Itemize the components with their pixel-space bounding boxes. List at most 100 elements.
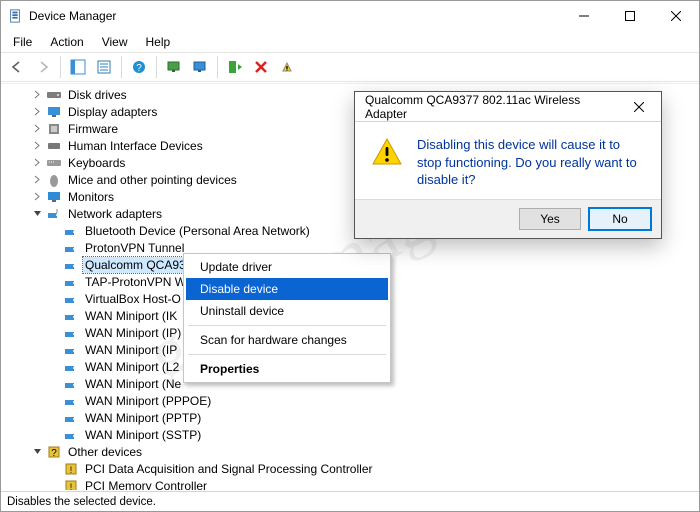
window-title: Device Manager — [29, 9, 561, 23]
menu-bar: File Action View Help — [1, 31, 699, 52]
network-adapter-icon — [63, 240, 79, 256]
window-controls — [561, 1, 699, 31]
device-label: WAN Miniport (Ne — [83, 376, 183, 392]
app-icon — [7, 8, 23, 24]
toolbar-update-button[interactable] — [188, 55, 212, 79]
device-label: VirtualBox Host-O — [83, 291, 183, 307]
toolbar-separator — [156, 56, 157, 78]
chevron-right-icon[interactable] — [32, 106, 43, 117]
chevron-down-icon[interactable] — [32, 446, 43, 457]
menu-view[interactable]: View — [94, 33, 136, 51]
disk-drive-icon — [46, 87, 62, 103]
context-separator — [188, 325, 386, 326]
dialog-close-button[interactable] — [618, 92, 659, 121]
mouse-icon — [46, 172, 62, 188]
chevron-right-icon[interactable] — [32, 157, 43, 168]
minimize-button[interactable] — [561, 1, 607, 31]
category-label: Monitors — [66, 189, 116, 205]
chevron-right-icon[interactable] — [32, 89, 43, 100]
network-adapter-icon — [46, 206, 62, 222]
close-button[interactable] — [653, 1, 699, 31]
device-pci-data[interactable]: !PCI Data Acquisition and Signal Process… — [49, 460, 699, 477]
network-adapter-icon — [63, 223, 79, 239]
context-menu: Update driver Disable device Uninstall d… — [183, 253, 391, 383]
toolbar-enable-button[interactable] — [223, 55, 247, 79]
device-label: Bluetooth Device (Personal Area Network) — [83, 223, 312, 239]
network-adapter-icon — [63, 325, 79, 341]
device-pci-mem[interactable]: ! PCI Memory Controller — [49, 477, 699, 490]
toolbar-separator — [60, 56, 61, 78]
device-wan-pppoe[interactable]: WAN Miniport (PPPOE) — [49, 392, 699, 409]
chevron-right-icon[interactable] — [32, 174, 43, 185]
network-adapter-icon — [63, 393, 79, 409]
device-label: WAN Miniport (SSTP) — [83, 427, 203, 443]
network-adapter-icon — [63, 308, 79, 324]
network-adapter-icon — [63, 274, 79, 290]
dialog-body: Disabling this device will cause it to s… — [355, 122, 661, 199]
confirm-dialog: Qualcomm QCA9377 802.11ac Wireless Adapt… — [354, 91, 662, 239]
network-adapter-icon — [63, 342, 79, 358]
display-adapter-icon — [46, 104, 62, 120]
toolbar-properties-button[interactable] — [92, 55, 116, 79]
chevron-right-icon[interactable] — [32, 123, 43, 134]
toolbar-separator — [121, 56, 122, 78]
toolbar-scan-button[interactable] — [162, 55, 186, 79]
device-wan-sstp[interactable]: WAN Miniport (SSTP) — [49, 426, 699, 443]
category-label: Network adapters — [66, 206, 164, 222]
device-label: WAN Miniport (L2 — [83, 359, 181, 375]
toolbar-uninstall-button[interactable] — [249, 55, 273, 79]
menu-help[interactable]: Help — [138, 33, 179, 51]
toolbar-separator — [217, 56, 218, 78]
category-label: Firmware — [66, 121, 120, 137]
chevron-right-icon[interactable] — [32, 191, 43, 202]
toolbar-back-button[interactable] — [5, 55, 29, 79]
category-label: Human Interface Devices — [66, 138, 205, 154]
network-adapter-icon — [63, 291, 79, 307]
toolbar-disable-button[interactable] — [275, 55, 299, 79]
toolbar-help-button[interactable]: ? — [127, 55, 151, 79]
unknown-device-icon: ! — [63, 478, 79, 491]
maximize-button[interactable] — [607, 1, 653, 31]
dialog-no-button[interactable]: No — [589, 208, 651, 230]
category-label: Display adapters — [66, 104, 159, 120]
toolbar: ? — [1, 52, 699, 82]
dialog-title: Qualcomm QCA9377 802.11ac Wireless Adapt… — [365, 93, 618, 121]
network-adapter-icon — [63, 410, 79, 426]
context-scan-hardware[interactable]: Scan for hardware changes — [186, 329, 388, 351]
toolbar-forward-button[interactable] — [31, 55, 55, 79]
context-properties[interactable]: Properties — [186, 358, 388, 380]
device-label: PCI Memory Controller — [83, 478, 209, 491]
other-devices-icon: ? — [46, 444, 62, 460]
device-label: WAN Miniport (IP — [83, 342, 179, 358]
monitor-icon — [46, 189, 62, 205]
toolbar-show-hide-button[interactable] — [66, 55, 90, 79]
chevron-right-icon[interactable] — [32, 140, 43, 151]
context-separator — [188, 354, 386, 355]
context-uninstall-device[interactable]: Uninstall device — [186, 300, 388, 322]
network-adapter-icon — [63, 257, 79, 273]
device-label: ProtonVPN Tunnel — [83, 240, 186, 256]
device-label: WAN Miniport (PPTP) — [83, 410, 203, 426]
category-other-devices[interactable]: ? Other devices — [32, 443, 699, 460]
svg-text:?: ? — [51, 448, 57, 459]
context-update-driver[interactable]: Update driver — [186, 256, 388, 278]
device-label: WAN Miniport (IP) — [83, 325, 183, 341]
menu-action[interactable]: Action — [42, 33, 91, 51]
device-wan-pptp[interactable]: WAN Miniport (PPTP) — [49, 409, 699, 426]
svg-text:!: ! — [70, 465, 73, 475]
dialog-title-bar: Qualcomm QCA9377 802.11ac Wireless Adapt… — [355, 92, 661, 122]
context-disable-device[interactable]: Disable device — [186, 278, 388, 300]
chevron-down-icon[interactable] — [32, 208, 43, 219]
hid-icon — [46, 138, 62, 154]
unknown-device-icon: ! — [63, 461, 79, 477]
warning-icon — [371, 136, 403, 168]
device-label: WAN Miniport (IK — [83, 308, 179, 324]
network-adapter-icon — [63, 359, 79, 375]
keyboard-icon — [46, 155, 62, 171]
status-bar: Disables the selected device. — [1, 491, 699, 511]
dialog-yes-button[interactable]: Yes — [519, 208, 581, 230]
device-label: WAN Miniport (PPPOE) — [83, 393, 213, 409]
menu-file[interactable]: File — [5, 33, 40, 51]
category-label: Disk drives — [66, 87, 129, 103]
category-label: Other devices — [66, 444, 144, 460]
